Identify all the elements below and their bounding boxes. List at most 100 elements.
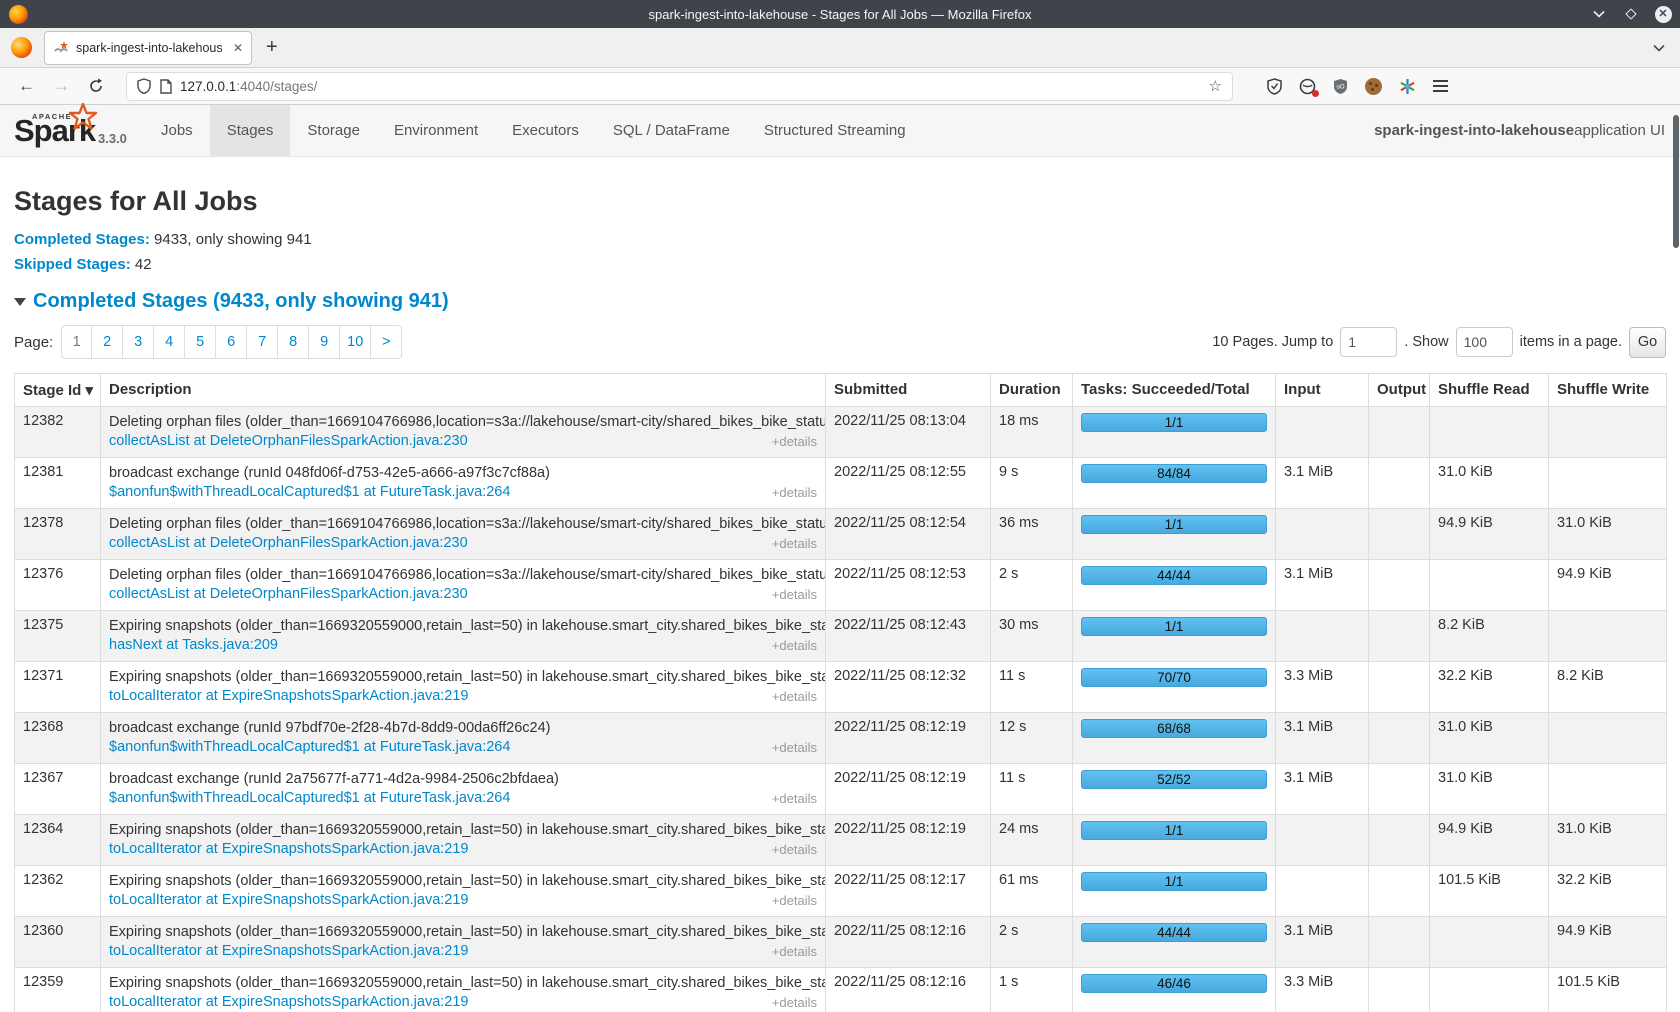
password-manager-shield-icon[interactable] bbox=[1267, 78, 1282, 95]
details-toggle[interactable]: +details bbox=[772, 891, 817, 910]
shuffle-read-cell: 8.2 KiB bbox=[1430, 611, 1549, 662]
stage-detail-link[interactable]: collectAsList at DeleteOrphanFilesSparkA… bbox=[109, 534, 468, 553]
show-text: . Show bbox=[1404, 334, 1448, 350]
details-toggle[interactable]: +details bbox=[772, 585, 817, 604]
stage-id-cell: 12368 bbox=[15, 713, 101, 764]
details-toggle[interactable]: +details bbox=[772, 483, 817, 502]
tracking-protection-shield-icon[interactable] bbox=[137, 78, 151, 94]
colorful-asterisk-extension-icon[interactable] bbox=[1399, 78, 1416, 95]
nav-item-structured-streaming[interactable]: Structured Streaming bbox=[747, 105, 923, 156]
spark-logo[interactable]: APACHE Spark 3.3.0 bbox=[14, 105, 132, 156]
scrollbar-thumb[interactable] bbox=[1673, 115, 1679, 248]
new-tab-button[interactable]: + bbox=[266, 36, 278, 59]
url-text[interactable]: 127.0.0.1:4040/stages/ bbox=[180, 79, 1209, 94]
details-toggle[interactable]: +details bbox=[772, 687, 817, 706]
page-button-10[interactable]: 10 bbox=[340, 325, 371, 359]
tasks-cell: 1/1 bbox=[1073, 611, 1276, 662]
window-controls: ✕ bbox=[1590, 0, 1672, 28]
stage-detail-link[interactable]: $anonfun$withThreadLocalCaptured$1 at Fu… bbox=[109, 483, 510, 502]
input-cell: 3.1 MiB bbox=[1276, 713, 1369, 764]
go-button[interactable]: Go bbox=[1629, 327, 1666, 358]
list-all-tabs-icon[interactable] bbox=[1653, 44, 1665, 52]
details-toggle[interactable]: +details bbox=[772, 432, 817, 451]
column-header-input: Input bbox=[1276, 374, 1369, 407]
page-button-6[interactable]: 6 bbox=[216, 325, 247, 359]
items-per-page-input[interactable] bbox=[1456, 327, 1513, 357]
details-toggle[interactable]: +details bbox=[772, 993, 817, 1012]
output-cell bbox=[1369, 560, 1430, 611]
nav-item-storage[interactable]: Storage bbox=[290, 105, 377, 156]
items-in-page-text: items in a page. bbox=[1520, 334, 1622, 350]
firefox-icon[interactable] bbox=[11, 37, 32, 58]
summary-link[interactable]: Completed Stages: bbox=[14, 231, 150, 248]
bookmark-star-icon[interactable]: ☆ bbox=[1209, 77, 1222, 95]
next-page-button[interactable]: > bbox=[371, 325, 402, 359]
details-toggle[interactable]: +details bbox=[772, 534, 817, 553]
stage-detail-link[interactable]: $anonfun$withThreadLocalCaptured$1 at Fu… bbox=[109, 789, 510, 808]
nav-item-sql-dataframe[interactable]: SQL / DataFrame bbox=[596, 105, 747, 156]
nav-item-jobs[interactable]: Jobs bbox=[144, 105, 210, 156]
column-header-stage-id[interactable]: Stage Id ▾ bbox=[15, 374, 101, 407]
window-minimize-button[interactable] bbox=[1590, 5, 1608, 23]
column-header-description: Description bbox=[101, 374, 826, 407]
nav-item-executors[interactable]: Executors bbox=[495, 105, 596, 156]
summary-link[interactable]: Skipped Stages: bbox=[14, 256, 131, 273]
url-bar[interactable]: 127.0.0.1:4040/stages/ ☆ bbox=[126, 72, 1233, 101]
window-maximize-button[interactable] bbox=[1622, 5, 1640, 23]
stage-row-12371: 12371Expiring snapshots (older_than=1669… bbox=[15, 662, 1667, 713]
stage-description: Expiring snapshots (older_than=166932055… bbox=[109, 617, 817, 636]
stage-id-cell: 12371 bbox=[15, 662, 101, 713]
reload-button[interactable] bbox=[88, 78, 104, 94]
stage-description: broadcast exchange (runId 2a75677f-a771-… bbox=[109, 770, 817, 789]
input-cell: 3.1 MiB bbox=[1276, 764, 1369, 815]
summary-value: 42 bbox=[131, 256, 152, 273]
page-button-3[interactable]: 3 bbox=[123, 325, 154, 359]
details-toggle[interactable]: +details bbox=[772, 738, 817, 757]
submitted-cell: 2022/11/25 08:12:19 bbox=[826, 815, 991, 866]
stage-detail-link[interactable]: toLocalIterator at ExpireSnapshotsSparkA… bbox=[109, 993, 469, 1012]
page-button-4[interactable]: 4 bbox=[154, 325, 185, 359]
browser-tab[interactable]: spark-ingest-into-lakehous ✕ bbox=[44, 31, 252, 65]
shuffle-write-cell: 101.5 KiB bbox=[1549, 968, 1667, 1012]
jump-to-page-input[interactable] bbox=[1340, 327, 1397, 357]
input-cell: 3.3 MiB bbox=[1276, 662, 1369, 713]
container-proxy-icon[interactable] bbox=[1299, 78, 1316, 95]
site-info-page-icon[interactable] bbox=[160, 79, 172, 94]
back-button[interactable]: ← bbox=[18, 76, 35, 96]
page-button-8[interactable]: 8 bbox=[278, 325, 309, 359]
tab-close-icon[interactable]: ✕ bbox=[227, 41, 243, 55]
nav-item-environment[interactable]: Environment bbox=[377, 105, 495, 156]
page-button-2[interactable]: 2 bbox=[92, 325, 123, 359]
submitted-cell: 2022/11/25 08:12:54 bbox=[826, 509, 991, 560]
menu-hamburger-icon[interactable] bbox=[1433, 77, 1448, 95]
details-toggle[interactable]: +details bbox=[772, 840, 817, 859]
ublock-origin-icon[interactable]: uO bbox=[1333, 78, 1348, 95]
stage-detail-link[interactable]: hasNext at Tasks.java:209 bbox=[109, 636, 278, 655]
page-button-5[interactable]: 5 bbox=[185, 325, 216, 359]
details-toggle[interactable]: +details bbox=[772, 942, 817, 961]
forward-button[interactable]: → bbox=[53, 76, 70, 96]
window-close-button[interactable]: ✕ bbox=[1654, 5, 1672, 23]
details-toggle[interactable]: +details bbox=[772, 636, 817, 655]
nav-item-stages[interactable]: Stages bbox=[210, 105, 291, 156]
submitted-cell: 2022/11/25 08:12:16 bbox=[826, 917, 991, 968]
stage-detail-link[interactable]: $anonfun$withThreadLocalCaptured$1 at Fu… bbox=[109, 738, 510, 757]
stage-detail-link[interactable]: collectAsList at DeleteOrphanFilesSparkA… bbox=[109, 585, 468, 604]
completed-stages-section-toggle[interactable]: Completed Stages (9433, only showing 941… bbox=[14, 290, 1666, 313]
page-button-9[interactable]: 9 bbox=[309, 325, 340, 359]
details-toggle[interactable]: +details bbox=[772, 789, 817, 808]
tasks-cell: 44/44 bbox=[1073, 560, 1276, 611]
output-cell bbox=[1369, 713, 1430, 764]
stage-detail-link[interactable]: toLocalIterator at ExpireSnapshotsSparkA… bbox=[109, 687, 469, 706]
page-button-7[interactable]: 7 bbox=[247, 325, 278, 359]
stage-detail-link[interactable]: toLocalIterator at ExpireSnapshotsSparkA… bbox=[109, 942, 469, 961]
stage-detail-link[interactable]: toLocalIterator at ExpireSnapshotsSparkA… bbox=[109, 891, 469, 910]
description-cell: Expiring snapshots (older_than=166932055… bbox=[101, 815, 826, 866]
duration-cell: 30 ms bbox=[991, 611, 1073, 662]
stage-detail-link[interactable]: toLocalIterator at ExpireSnapshotsSparkA… bbox=[109, 840, 469, 859]
cookie-icon[interactable] bbox=[1365, 78, 1382, 95]
submitted-cell: 2022/11/25 08:12:19 bbox=[826, 764, 991, 815]
stage-detail-link[interactable]: collectAsList at DeleteOrphanFilesSparkA… bbox=[109, 432, 468, 451]
stage-row-12360: 12360Expiring snapshots (older_than=1669… bbox=[15, 917, 1667, 968]
page-button-1[interactable]: 1 bbox=[61, 325, 92, 359]
